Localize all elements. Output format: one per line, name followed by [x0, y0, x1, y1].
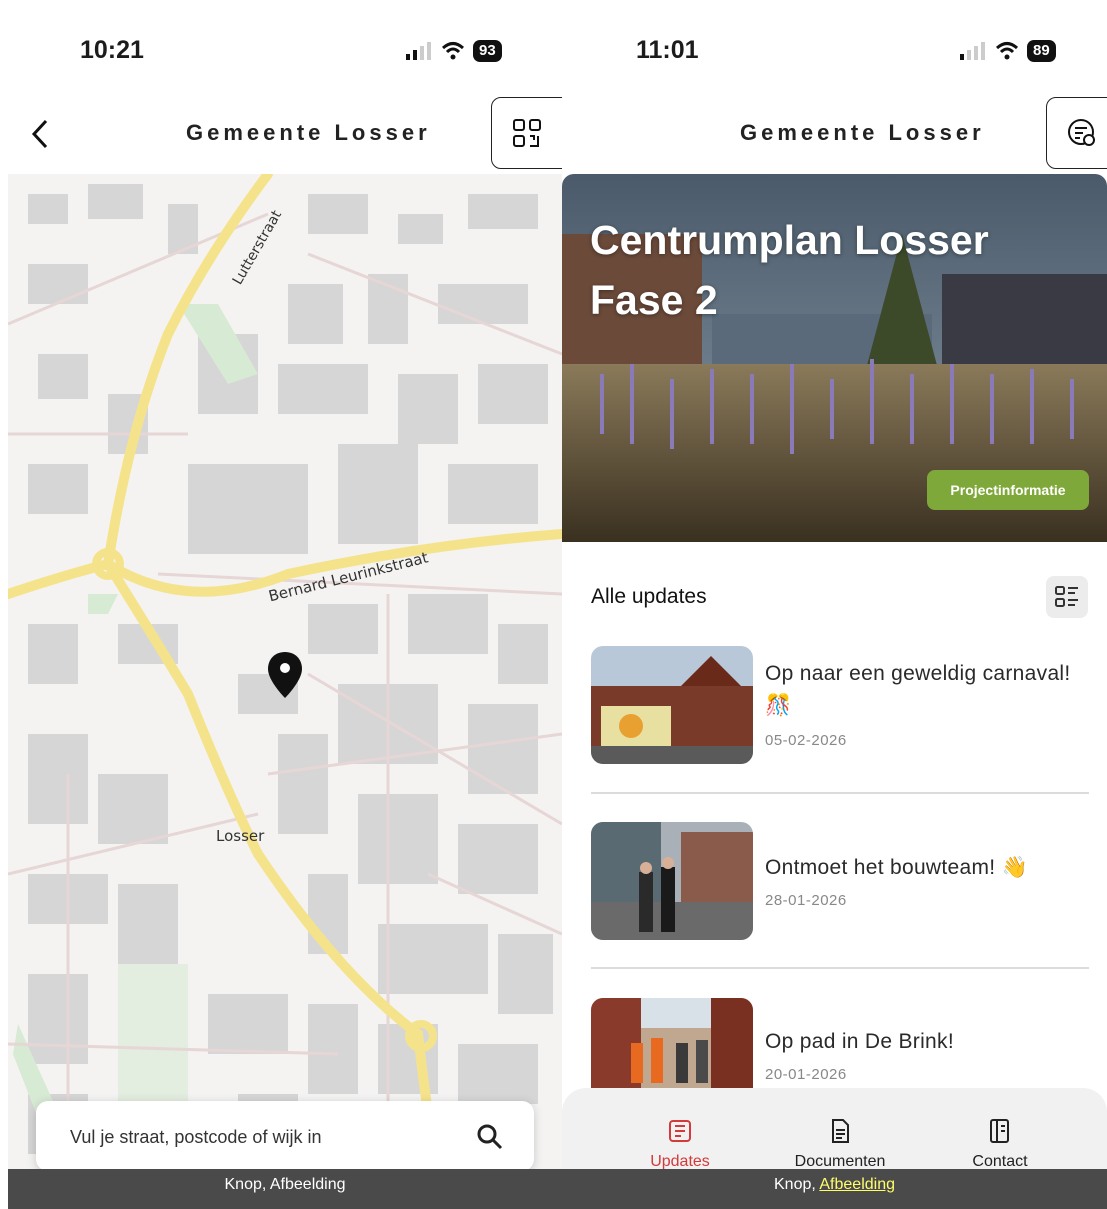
- map-label-losser: Losser: [216, 827, 265, 845]
- settings-button[interactable]: [1046, 97, 1107, 169]
- search-icon[interactable]: [476, 1123, 504, 1151]
- tab-updates[interactable]: Updates: [610, 1118, 750, 1171]
- update-title: Ontmoet het bouwteam! 👋: [765, 856, 1029, 879]
- update-title: Op pad in De Brink!: [765, 1030, 954, 1053]
- qr-scan-button[interactable]: [491, 97, 562, 169]
- divider: [591, 967, 1089, 969]
- qr-code-icon: [513, 119, 541, 147]
- update-thumbnail: [591, 998, 753, 1088]
- cellular-signal-icon: [406, 42, 431, 60]
- update-item[interactable]: Op naar een geweldig carnaval! 🎊 05-02-2…: [591, 646, 1089, 764]
- status-time: 11:01: [636, 36, 699, 64]
- update-thumbnail: [591, 822, 753, 940]
- settings-list-icon: [1068, 119, 1095, 146]
- back-arrow-icon[interactable]: [28, 118, 52, 150]
- left-screen: 10:21 93 Gemeente Losser Lutterstraat Be…: [0, 0, 562, 1209]
- list-view-toggle[interactable]: [1046, 576, 1088, 618]
- project-hero: Centrumplan Losser Fase 2 Projectinforma…: [562, 174, 1107, 542]
- tab-contact[interactable]: Contact: [930, 1118, 1070, 1171]
- accessibility-caption-bar: Knop, Afbeelding: [562, 1169, 1107, 1209]
- right-screen: 11:01 89 Gemeente Losser Centrumplan Los…: [562, 0, 1107, 1209]
- tab-documenten[interactable]: Documenten: [770, 1118, 910, 1171]
- accessibility-caption-link[interactable]: Afbeelding: [819, 1176, 895, 1193]
- update-item[interactable]: Op pad in De Brink! 20-01-2026: [591, 998, 1089, 1088]
- address-search-box[interactable]: Vul je straat, postcode of wijk in: [36, 1101, 534, 1171]
- accessibility-caption-bar: Knop, Afbeelding: [8, 1169, 562, 1209]
- search-input[interactable]: Vul je straat, postcode of wijk in: [70, 1127, 321, 1148]
- update-item[interactable]: Ontmoet het bouwteam! 👋 28-01-2026: [591, 822, 1089, 940]
- list-view-icon: [1055, 586, 1078, 607]
- map-canvas[interactable]: Lutterstraat Bernard Leurinkstraat Losse…: [8, 174, 562, 1170]
- project-info-button[interactable]: Projectinformatie: [927, 470, 1089, 510]
- accessibility-caption-prefix: Knop,: [774, 1176, 820, 1193]
- page-title: Gemeente Losser: [186, 120, 431, 145]
- battery-indicator: 93: [473, 40, 502, 62]
- update-thumbnail: [591, 646, 753, 764]
- wifi-icon: [441, 42, 465, 60]
- status-icons: 89: [959, 40, 1056, 62]
- updates-heading: Alle updates: [591, 585, 707, 608]
- update-date: 20-01-2026: [765, 1066, 847, 1083]
- battery-indicator: 89: [1027, 40, 1056, 62]
- page-title: Gemeente Losser: [740, 120, 985, 145]
- update-title: Op naar een geweldig carnaval! 🎊: [765, 662, 1071, 717]
- contact-book-icon: [990, 1119, 1009, 1143]
- cellular-signal-icon: [960, 42, 985, 60]
- project-title: Centrumplan Losser Fase 2: [590, 217, 989, 323]
- update-date: 28-01-2026: [765, 892, 847, 909]
- divider: [591, 792, 1089, 794]
- document-icon: [832, 1119, 849, 1143]
- status-time: 10:21: [80, 36, 144, 64]
- status-icons: 93: [405, 40, 502, 62]
- update-date: 05-02-2026: [765, 732, 847, 749]
- wifi-icon: [995, 42, 1019, 60]
- news-icon: [669, 1120, 691, 1142]
- accessibility-caption: Knop, Afbeelding: [224, 1176, 346, 1193]
- street-map[interactable]: Lutterstraat Bernard Leurinkstraat Losse…: [8, 174, 562, 1170]
